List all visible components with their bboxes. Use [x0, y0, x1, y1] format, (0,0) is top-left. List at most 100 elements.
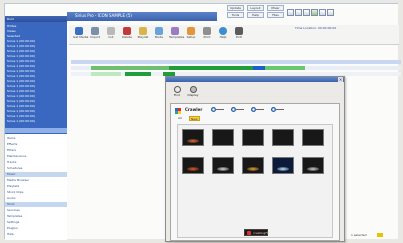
- top-button-help[interactable]: Help: [247, 12, 264, 18]
- timeline-ruler: [71, 60, 401, 64]
- top-button-layout[interactable]: Layout: [247, 5, 264, 11]
- top-button-update[interactable]: Update: [227, 5, 244, 11]
- sidebar-sub-item[interactable]: Stock Clips: [7, 190, 65, 194]
- sidebar-item[interactable]: Selected: [7, 34, 65, 38]
- media-thumbnail[interactable]: [212, 157, 234, 174]
- sidebar-item[interactable]: Views: [7, 29, 65, 33]
- get-media-icon: [75, 27, 83, 35]
- import-button[interactable]: Import: [89, 27, 101, 39]
- find-label: Find: [173, 93, 181, 97]
- display-button[interactable]: Display: [186, 86, 200, 97]
- sidebar-item[interactable]: Sirius 1 (00:00:00): [7, 79, 65, 83]
- monitor-icon[interactable]: [311, 9, 318, 16]
- sidebar-sub-item[interactable]: Tracks: [7, 160, 65, 164]
- mode-button[interactable]: Mode: [153, 27, 165, 39]
- sidebar-sub-item[interactable]: Music: [7, 172, 65, 176]
- dialog-title-bar: [166, 77, 344, 82]
- record-icon[interactable]: [303, 9, 310, 16]
- delete-button[interactable]: Delete: [121, 27, 133, 39]
- sidebar-item[interactable]: Sirius 1 (00:00:00): [7, 84, 65, 88]
- sidebar-sub-item[interactable]: Plugins: [7, 226, 65, 230]
- sidebar-item[interactable]: Sirius 1 (00:00:00): [7, 49, 65, 53]
- timeline-clip[interactable]: [169, 66, 253, 70]
- media-thumbnail[interactable]: [182, 157, 204, 174]
- sidebar-item[interactable]: Sirius 1 (00:00:00): [7, 114, 65, 118]
- get-media-button[interactable]: Get Media: [73, 27, 88, 39]
- settings-icon[interactable]: [319, 9, 326, 16]
- sidebar-item[interactable]: Sirius 1 (00:00:00): [7, 104, 65, 108]
- timeline-clip[interactable]: [125, 72, 151, 76]
- mode-icon: [155, 27, 163, 35]
- media-thumbnail[interactable]: [272, 157, 294, 174]
- sidebar-item[interactable]: Sirius 1 (00:00:00): [7, 94, 65, 98]
- sidebar-sub-item[interactable]: Schedules: [7, 166, 65, 170]
- sidebar-sub-item[interactable]: Tools: [7, 202, 65, 206]
- sidebar-sub-item[interactable]: Items: [7, 136, 65, 140]
- top-button-mixer[interactable]: Mixer: [267, 5, 284, 11]
- tab-new[interactable]: New: [189, 116, 200, 121]
- sidebar-sub-item[interactable]: Help: [7, 232, 65, 236]
- sidebar-item[interactable]: Sirius 1 (00:00:00): [7, 89, 65, 93]
- media-thumbnail[interactable]: [272, 129, 294, 146]
- sidebar-item[interactable]: Sirius 1 (00:00:00): [7, 69, 65, 73]
- sidebar-sub-item[interactable]: Settings: [7, 220, 65, 224]
- footer-logo-text: creatingFX: [253, 231, 270, 235]
- media-thumbnail[interactable]: [212, 129, 234, 146]
- timeline-clip[interactable]: [91, 66, 169, 70]
- media-thumbnail[interactable]: [302, 157, 324, 174]
- media-thumbnail[interactable]: [242, 129, 264, 146]
- templates-button[interactable]: Templates: [169, 27, 184, 39]
- media-thumbnail[interactable]: [302, 129, 324, 146]
- cut-button[interactable]: Cut: [105, 27, 117, 39]
- help-button[interactable]: Help: [217, 27, 229, 39]
- close-icon[interactable]: ×: [338, 77, 343, 82]
- find-button[interactable]: Find: [170, 86, 184, 97]
- nav-prev-button[interactable]: [251, 107, 267, 112]
- sidebar-sub-item[interactable]: Media Browser: [7, 178, 65, 182]
- timeline-clip[interactable]: [253, 66, 265, 70]
- sidebar-sub-item[interactable]: Effects: [7, 142, 65, 146]
- media-thumbnail[interactable]: [182, 129, 204, 146]
- sidebar-item[interactable]: Sirius 1 (00:00:00): [7, 99, 65, 103]
- playlist-button[interactable]: Playlist: [137, 27, 149, 39]
- title-bar: Sirius Pro - ICON SAMPLE (5): [67, 12, 217, 21]
- sidebar-item[interactable]: Sirius 1 (00:00:00): [7, 59, 65, 63]
- sidebar-item[interactable]: Sirius 1 (00:00:00): [7, 119, 65, 123]
- sidebar-item[interactable]: Sirius 1 (00:00:00): [7, 44, 65, 48]
- sidebar-sub-item[interactable]: Maintenance: [7, 154, 65, 158]
- sidebar-item[interactable]: Sirius 1 (00:00:00): [7, 39, 65, 43]
- playlist-icon: [139, 27, 147, 35]
- timeline-clip[interactable]: [265, 66, 305, 70]
- sidebar-sub-item[interactable]: Audio: [7, 196, 65, 200]
- window-title: Sirius Pro - ICON SAMPLE (5): [75, 13, 132, 18]
- exit-icon: [235, 27, 243, 35]
- sidebar-item[interactable]: Sirius 1 (00:00:00): [7, 64, 65, 68]
- creatingfx-logo: creatingFX: [244, 229, 270, 236]
- brand-logo-icon: [175, 108, 181, 114]
- status-text: 1 selected: [351, 233, 367, 237]
- media-thumbnail[interactable]: [242, 157, 264, 174]
- nav-next-button[interactable]: [231, 107, 247, 112]
- top-button-tools[interactable]: Tools: [227, 12, 244, 18]
- help-icon: [219, 27, 227, 35]
- stop-icon[interactable]: [295, 9, 302, 16]
- tab-all[interactable]: All: [177, 116, 183, 121]
- play-icon[interactable]: [287, 9, 294, 16]
- sidebar-item[interactable]: Sirius 1 (00:00:00): [7, 54, 65, 58]
- exit-button[interactable]: Exit: [233, 27, 245, 39]
- help-icon[interactable]: [327, 9, 334, 16]
- timeline-clip[interactable]: [91, 72, 121, 76]
- top-button-files[interactable]: Files: [267, 12, 284, 18]
- sidebar-item[interactable]: Sirius 1 (00:00:00): [7, 74, 65, 78]
- sidebar-item[interactable]: Sirius 1 (00:00:00): [7, 109, 65, 113]
- print-button[interactable]: Print: [201, 27, 213, 39]
- setup-button[interactable]: Setup: [185, 27, 197, 39]
- nav-last-button[interactable]: [271, 107, 287, 112]
- sidebar-sub-item[interactable]: Filters: [7, 148, 65, 152]
- nav-back-button[interactable]: [211, 107, 227, 112]
- sidebar-sub-item[interactable]: Templates: [7, 214, 65, 218]
- sidebar-item[interactable]: Hilites: [7, 24, 65, 28]
- sidebar-sub-item[interactable]: Services: [7, 208, 65, 212]
- sidebar-sub-item[interactable]: Playlists: [7, 184, 65, 188]
- sidebar-selected-row[interactable]: [5, 128, 67, 133]
